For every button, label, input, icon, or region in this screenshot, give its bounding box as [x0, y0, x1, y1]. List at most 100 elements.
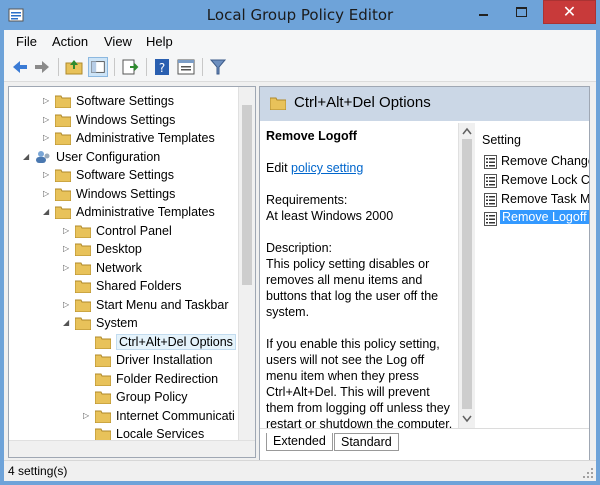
tree-item[interactable]: ▷ Software Settings [9, 167, 239, 185]
toolbar-separator [202, 58, 203, 76]
menu-view[interactable]: View [104, 34, 132, 49]
user-configuration-icon [35, 150, 51, 164]
export-list-icon[interactable] [120, 57, 140, 77]
edit-line: Edit policy setting [266, 160, 456, 176]
policy-setting-icon [484, 193, 497, 207]
scroll-down-arrow-icon[interactable] [462, 415, 472, 423]
description-scrollbar[interactable] [458, 123, 475, 428]
tree-item[interactable]: Ctrl+Alt+Del Options [9, 333, 239, 352]
collapsed-arrow-icon[interactable]: ▷ [83, 411, 91, 420]
back-arrow-icon[interactable] [10, 57, 30, 77]
menu-file[interactable]: File [16, 34, 37, 49]
menu-bar: File Action View Help [4, 30, 596, 52]
tree-item-label: Administrative Templates [76, 205, 215, 219]
folder-icon [94, 372, 112, 386]
setting-column-header[interactable]: Setting [482, 133, 521, 147]
tree-item[interactable]: ▷ Windows Settings [9, 112, 239, 130]
tree-item[interactable]: Group Policy [9, 389, 239, 407]
folder-icon [94, 409, 112, 423]
tree-item[interactable]: ◢ System [9, 315, 239, 333]
policy-setting-icon [484, 174, 497, 188]
folder-icon [74, 242, 92, 257]
tree-item[interactable]: Driver Installation [9, 352, 239, 370]
tree-vertical-scrollbar[interactable] [238, 87, 255, 457]
collapsed-arrow-icon[interactable]: ▷ [43, 134, 51, 142]
collapsed-arrow-icon[interactable]: ▷ [43, 97, 51, 105]
help-icon[interactable]: ? [152, 57, 172, 77]
tree-item[interactable]: ▷ Administrative Templates [9, 130, 239, 148]
tree-item-label: Software Settings [76, 94, 174, 108]
tree-item[interactable]: ▷ Software Settings [9, 93, 239, 111]
toolbar-separator [114, 58, 115, 76]
tree-item[interactable]: ▷ Control Panel [9, 223, 239, 241]
collapsed-arrow-icon[interactable]: ▷ [63, 245, 71, 253]
menu-help[interactable]: Help [146, 34, 173, 49]
setting-row[interactable]: Remove Change [484, 153, 589, 171]
tree-item[interactable]: Shared Folders [9, 278, 239, 296]
tree-item[interactable]: ▷ Start Menu and Taskbar [9, 297, 239, 315]
requirements-block: Requirements: At least Windows 2000 [266, 192, 456, 224]
tree-item[interactable]: ▷ Internet Communicati [9, 408, 239, 426]
tree-item[interactable]: ◢ Administrative Templates [9, 204, 239, 222]
tree-item-label: Shared Folders [96, 279, 182, 293]
title-bar[interactable]: Local Group Policy Editor ✕ [0, 0, 600, 30]
menu-action[interactable]: Action [52, 34, 88, 49]
description-scroll-thumb[interactable] [462, 139, 472, 409]
expanded-arrow-icon[interactable]: ◢ [23, 152, 31, 161]
policy-setting-icon [484, 212, 497, 226]
setting-label: Remove Lock Co [501, 173, 589, 187]
properties-icon[interactable] [176, 57, 196, 77]
setting-row[interactable]: Remove Lock Co [484, 172, 589, 190]
collapsed-arrow-icon[interactable]: ▷ [43, 171, 51, 179]
tab-extended[interactable]: Extended [266, 433, 333, 451]
tree-item-label: Windows Settings [76, 186, 176, 201]
tree-item-label: Administrative Templates [76, 131, 215, 145]
tree-item[interactable]: ▷ Desktop [9, 241, 239, 259]
requirements-value: At least Windows 2000 [266, 209, 394, 223]
collapsed-arrow-icon[interactable]: ▷ [43, 189, 51, 198]
folder-icon [74, 279, 92, 294]
expanded-arrow-icon[interactable]: ◢ [63, 319, 71, 327]
show-hide-tree-icon[interactable] [88, 57, 108, 77]
tree-item[interactable]: ▷ Windows Settings [9, 186, 239, 204]
tree-item[interactable]: Folder Redirection [9, 371, 239, 389]
folder-icon [54, 131, 72, 146]
folder-icon [270, 97, 286, 110]
tree-item-label: Control Panel [96, 223, 172, 238]
scroll-up-arrow-icon[interactable] [462, 127, 472, 135]
maximize-button[interactable] [500, 0, 542, 24]
description-paragraph-2: If you enable this policy setting, users… [266, 337, 453, 428]
expanded-arrow-icon[interactable]: ◢ [43, 208, 51, 216]
tab-standard[interactable]: Standard [334, 433, 399, 451]
close-button[interactable]: ✕ [543, 0, 596, 24]
tree-scroll-thumb[interactable] [242, 105, 252, 285]
tree-item-label: Desktop [96, 242, 142, 256]
collapsed-arrow-icon[interactable]: ▷ [63, 263, 71, 272]
tree-horizontal-scrollbar[interactable] [9, 440, 255, 457]
policy-setting-link[interactable]: policy setting [291, 161, 363, 175]
edit-prefix: Edit [266, 161, 292, 175]
details-header: Ctrl+Alt+Del Options [260, 87, 589, 121]
folder-icon [94, 335, 112, 349]
description-label: Description: [266, 241, 332, 255]
folder-icon [94, 390, 112, 405]
collapsed-arrow-icon[interactable]: ▷ [63, 300, 71, 309]
folder-icon [54, 113, 72, 127]
forward-arrow-icon[interactable] [32, 57, 52, 77]
tree-item[interactable]: ▷ Network [9, 260, 239, 278]
tree-item-label: User Configuration [56, 149, 161, 164]
filter-icon[interactable] [208, 57, 228, 77]
setting-row[interactable]: Remove Task M [484, 191, 589, 209]
collapsed-arrow-icon[interactable]: ▷ [43, 115, 51, 124]
minimize-button[interactable] [468, 0, 498, 24]
tree-pane: ▷ Software Settings ▷ Windows Settings ▷ Admi… [8, 86, 256, 458]
tree-item-label: Network [96, 260, 142, 275]
setting-row[interactable]: Remove Logoff [484, 210, 589, 228]
tree-item[interactable]: ◢ User Configuration [9, 149, 239, 167]
collapsed-arrow-icon[interactable]: ▷ [63, 226, 71, 235]
folder-icon [94, 427, 112, 442]
tree-item-label: Software Settings [76, 168, 174, 182]
details-header-title: Ctrl+Alt+Del Options [294, 94, 431, 111]
up-folder-icon[interactable] [64, 57, 84, 77]
resize-grip-icon[interactable] [582, 467, 594, 479]
